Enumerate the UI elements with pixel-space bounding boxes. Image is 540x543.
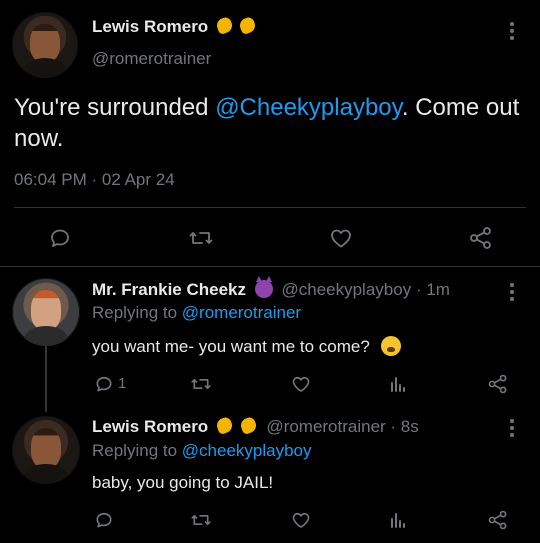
avatar-frankie-cheekz[interactable] bbox=[12, 278, 80, 346]
more-icon[interactable] bbox=[510, 22, 514, 43]
analytics-icon[interactable] bbox=[388, 374, 408, 394]
replying-to-label: Replying to bbox=[92, 441, 182, 460]
reply-header: Mr. Frankie Cheekz @cheekyplayboy · 1m bbox=[92, 276, 450, 300]
reply-icon[interactable] bbox=[94, 510, 114, 530]
reply-handle-time[interactable]: @cheekyplayboy · 1m bbox=[281, 280, 449, 299]
reply-text: you want me- you want me to come? bbox=[92, 336, 401, 357]
author-name-row: Lewis Romero bbox=[92, 15, 258, 37]
divider bbox=[14, 207, 526, 208]
more-icon[interactable] bbox=[510, 419, 514, 440]
reply-count: 1 bbox=[118, 375, 127, 392]
retweet-icon[interactable] bbox=[188, 226, 214, 250]
avatar-lewis-romero[interactable] bbox=[12, 12, 78, 78]
like-icon[interactable] bbox=[290, 510, 312, 530]
share-icon[interactable] bbox=[468, 225, 494, 251]
reply-header: Lewis Romero @romerotrainer · 8s bbox=[92, 415, 419, 437]
replying-to-label: Replying to bbox=[92, 303, 182, 322]
muscle-emoji-icon bbox=[214, 15, 234, 36]
reply-text: baby, you going to JAIL! bbox=[92, 473, 274, 492]
retweet-icon[interactable] bbox=[190, 510, 212, 530]
author-handle[interactable]: @romerotrainer bbox=[92, 49, 211, 69]
thread-connector-line bbox=[45, 346, 47, 412]
like-icon[interactable] bbox=[328, 226, 354, 250]
replying-to-line: Replying to @cheekyplayboy bbox=[92, 441, 312, 461]
analytics-icon[interactable] bbox=[388, 510, 408, 530]
share-icon[interactable] bbox=[487, 509, 509, 531]
reply-author-name[interactable]: Mr. Frankie Cheekz bbox=[92, 280, 246, 299]
reply-text-content: you want me- you want me to come? bbox=[92, 337, 370, 356]
muscle-emoji-icon bbox=[214, 415, 235, 436]
divider bbox=[0, 266, 540, 267]
tweet-text: You're surrounded @Cheekyplayboy. Come o… bbox=[14, 92, 524, 154]
reply-handle-time[interactable]: @romerotrainer · 8s bbox=[266, 417, 418, 436]
reply-icon[interactable] bbox=[48, 226, 72, 250]
replying-to-link[interactable]: @romerotrainer bbox=[182, 303, 301, 322]
mention-link[interactable]: @Cheekyplayboy bbox=[215, 94, 402, 121]
replying-to-link[interactable]: @cheekyplayboy bbox=[182, 441, 312, 460]
muscle-emoji-icon bbox=[238, 415, 258, 436]
replying-to-line: Replying to @romerotrainer bbox=[92, 303, 301, 323]
reply-icon[interactable] bbox=[94, 374, 114, 394]
tweet-text-start: You're surrounded bbox=[14, 94, 216, 121]
retweet-icon[interactable] bbox=[190, 374, 212, 394]
devil-emoji-icon bbox=[254, 276, 273, 298]
muscle-emoji-icon bbox=[237, 15, 258, 36]
author-name[interactable]: Lewis Romero bbox=[92, 17, 208, 36]
more-icon[interactable] bbox=[510, 283, 514, 304]
avatar-lewis-romero[interactable] bbox=[12, 416, 80, 484]
tweet-timestamp: 06:04 PM · 02 Apr 24 bbox=[14, 170, 175, 189]
like-icon[interactable] bbox=[290, 374, 312, 394]
share-icon[interactable] bbox=[487, 373, 509, 395]
tired-face-emoji-icon bbox=[380, 336, 401, 356]
reply-author-name[interactable]: Lewis Romero bbox=[92, 417, 208, 436]
